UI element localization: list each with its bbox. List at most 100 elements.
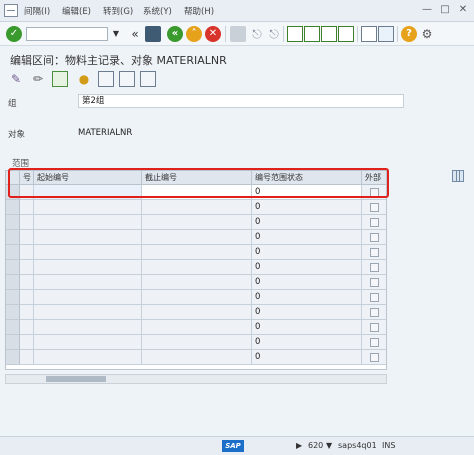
menu-interval[interactable]: 间隔(I) xyxy=(24,5,50,17)
to-number-input[interactable] xyxy=(142,230,252,245)
row-selector[interactable] xyxy=(6,215,20,230)
copy-row-icon[interactable] xyxy=(98,71,114,87)
external-checkbox[interactable] xyxy=(370,353,379,362)
from-number-input[interactable] xyxy=(34,245,142,260)
cancel-icon[interactable]: ✕ xyxy=(205,26,221,42)
row-selector[interactable] xyxy=(6,320,20,335)
check-icon[interactable]: ✓ xyxy=(6,26,22,42)
from-number-input[interactable] xyxy=(34,185,142,200)
find-icon[interactable]: ⎋ xyxy=(249,26,265,42)
table-settings-icon[interactable] xyxy=(452,170,464,182)
external-cell xyxy=(362,305,386,320)
horizontal-scrollbar[interactable] xyxy=(5,374,387,384)
status-expand-icon[interactable]: ▶ xyxy=(296,441,302,450)
row-selector[interactable] xyxy=(6,350,20,365)
from-number-input[interactable] xyxy=(34,275,142,290)
menu-help[interactable]: 帮助(H) xyxy=(184,5,214,17)
to-number-input[interactable] xyxy=(142,305,252,320)
save-icon[interactable] xyxy=(145,26,161,42)
external-checkbox[interactable] xyxy=(370,218,379,227)
to-number-input[interactable] xyxy=(142,215,252,230)
command-dropdown-icon[interactable]: ▼ xyxy=(110,27,122,41)
delete-row-icon[interactable]: ● xyxy=(76,71,92,87)
external-checkbox[interactable] xyxy=(370,248,379,257)
external-checkbox[interactable] xyxy=(370,263,379,272)
status-client-dropdown-icon[interactable]: ▼ xyxy=(326,441,332,450)
shortcut-icon[interactable] xyxy=(378,26,394,42)
insert-row-icon[interactable] xyxy=(52,71,68,87)
select-all-header[interactable] xyxy=(6,171,20,185)
minimize-icon[interactable]: — xyxy=(420,3,434,17)
to-number-input[interactable] xyxy=(142,320,252,335)
row-selector[interactable] xyxy=(6,245,20,260)
external-checkbox[interactable] xyxy=(370,323,379,332)
scrollbar-thumb[interactable] xyxy=(46,376,106,382)
prev-page-icon[interactable] xyxy=(304,26,320,42)
range-status-cell: 0 xyxy=(252,260,362,275)
from-number-input[interactable] xyxy=(34,320,142,335)
back-icon[interactable]: « xyxy=(167,26,183,42)
row-selector[interactable] xyxy=(6,335,20,350)
next-page-icon[interactable] xyxy=(321,26,337,42)
from-number-input[interactable] xyxy=(34,305,142,320)
print-icon[interactable] xyxy=(230,26,246,42)
external-checkbox[interactable] xyxy=(370,188,379,197)
row-selector[interactable] xyxy=(6,305,20,320)
close-icon[interactable]: ✕ xyxy=(456,3,470,17)
external-checkbox[interactable] xyxy=(370,293,379,302)
exit-icon[interactable]: ˄ xyxy=(186,26,202,42)
from-number-input[interactable] xyxy=(34,335,142,350)
menu-edit[interactable]: 编辑(E) xyxy=(62,5,91,17)
edit-pencil-icon[interactable]: ✏ xyxy=(30,71,46,87)
external-checkbox[interactable] xyxy=(370,338,379,347)
from-number-input[interactable] xyxy=(34,290,142,305)
command-field[interactable] xyxy=(26,27,108,41)
find-next-icon[interactable]: ⎋ xyxy=(266,26,282,42)
settings-icon[interactable]: ⚙ xyxy=(419,26,435,42)
external-checkbox[interactable] xyxy=(370,233,379,242)
display-change-icon[interactable]: ✎ xyxy=(8,71,24,87)
external-checkbox[interactable] xyxy=(370,308,379,317)
row-selector[interactable] xyxy=(6,275,20,290)
to-number-input[interactable] xyxy=(142,290,252,305)
menu-goto[interactable]: 转到(G) xyxy=(103,5,133,17)
to-number-input[interactable] xyxy=(142,275,252,290)
select-all-icon[interactable] xyxy=(119,71,135,87)
to-number-input[interactable] xyxy=(142,185,252,200)
to-number-input[interactable] xyxy=(142,260,252,275)
group-value: 第2组 xyxy=(78,94,404,108)
row-selector[interactable] xyxy=(6,290,20,305)
help-icon[interactable]: ? xyxy=(401,26,417,42)
row-selector[interactable] xyxy=(6,230,20,245)
maximize-icon[interactable]: □ xyxy=(438,3,452,17)
last-page-icon[interactable] xyxy=(338,26,354,42)
range-status-cell: 0 xyxy=(252,215,362,230)
from-number-input[interactable] xyxy=(34,200,142,215)
from-number-input[interactable] xyxy=(34,260,142,275)
external-checkbox[interactable] xyxy=(370,278,379,287)
row-selector[interactable] xyxy=(6,185,20,200)
row-selector[interactable] xyxy=(6,260,20,275)
column-header-no: 号 xyxy=(20,171,34,185)
first-page-icon[interactable] xyxy=(287,26,303,42)
to-number-input[interactable] xyxy=(142,245,252,260)
window-menu-icon[interactable] xyxy=(4,4,18,17)
table-row: 0 xyxy=(6,245,386,260)
range-status-cell: 0 xyxy=(252,350,362,365)
deselect-icon[interactable] xyxy=(140,71,156,87)
from-number-input[interactable] xyxy=(34,215,142,230)
menu-system[interactable]: 系统(Y) xyxy=(143,5,172,17)
to-number-input[interactable] xyxy=(142,350,252,365)
from-number-input[interactable] xyxy=(34,230,142,245)
page-title: 编辑区间：物料主记录、对象 MATERIALNR xyxy=(10,54,227,67)
from-number-input[interactable] xyxy=(34,350,142,365)
row-number-cell xyxy=(20,260,34,275)
table-row: 0 xyxy=(6,320,386,335)
history-back-icon[interactable]: « xyxy=(127,26,143,42)
new-session-icon[interactable] xyxy=(361,26,377,42)
row-selector[interactable] xyxy=(6,200,20,215)
page-title-bar: 编辑区间：物料主记录、对象 MATERIALNR xyxy=(0,47,474,69)
external-checkbox[interactable] xyxy=(370,203,379,212)
to-number-input[interactable] xyxy=(142,200,252,215)
to-number-input[interactable] xyxy=(142,335,252,350)
